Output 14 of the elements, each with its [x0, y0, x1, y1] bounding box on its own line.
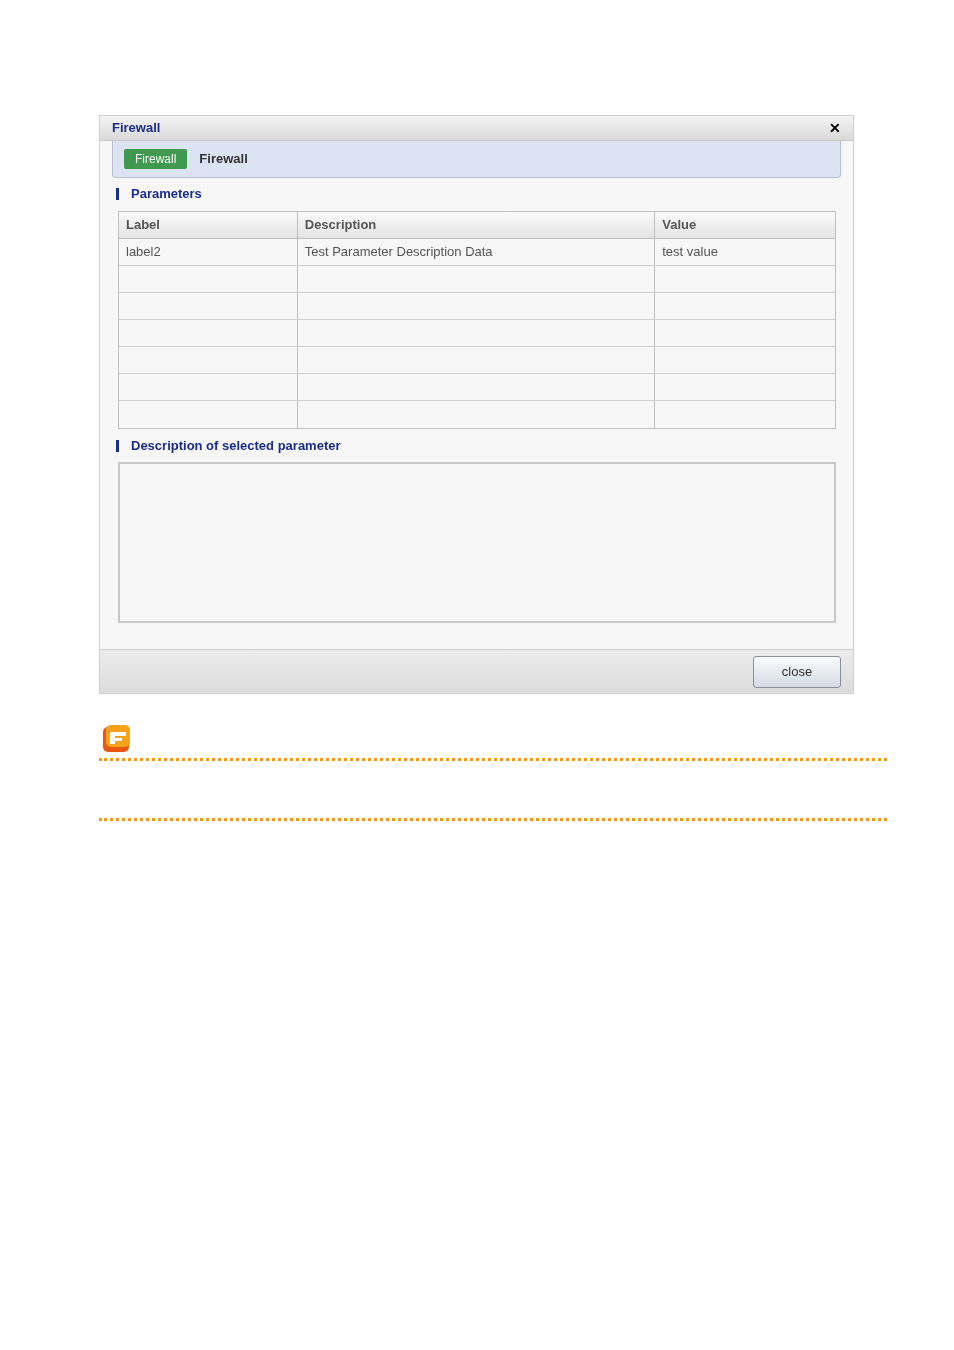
table-cell-text: Test Parameter Description Data — [304, 243, 493, 262]
header-title: Firewall — [199, 150, 248, 169]
heading-marker — [116, 188, 119, 200]
close-button[interactable]: close — [753, 655, 841, 688]
section-heading: Description of selected parameter — [131, 437, 341, 456]
column-header: Value — [661, 216, 698, 235]
heading-marker — [116, 440, 119, 452]
section-heading: Parameters — [131, 185, 202, 204]
window-title: Firewall — [112, 119, 161, 138]
table-cell-text: label2 — [126, 243, 161, 262]
column-header: Description — [297, 212, 656, 238]
column-header: Label — [119, 212, 298, 238]
type-badge: Firewall — [124, 149, 188, 169]
table-cell-text: test value — [662, 243, 718, 262]
